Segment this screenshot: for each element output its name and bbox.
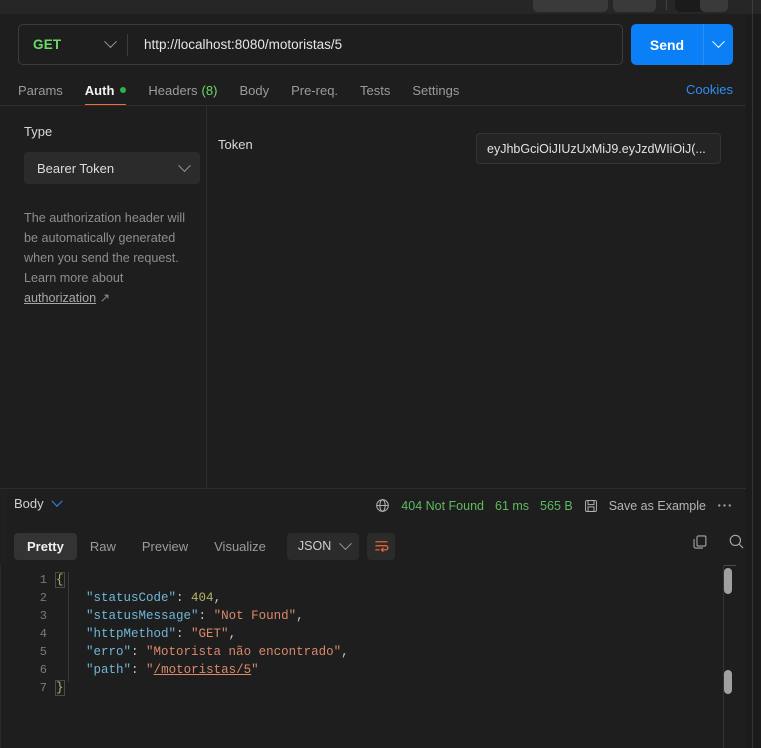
chevron-down-icon — [50, 495, 63, 507]
line-number: 5 — [39, 645, 47, 659]
request-tab-headers[interactable]: Headers (8) — [148, 77, 217, 103]
search-icon[interactable] — [728, 533, 745, 550]
url-row: GET http://localhost:8080/motoristas/5 S… — [18, 24, 733, 65]
request-tab-params[interactable]: Params — [18, 77, 63, 103]
response-body-select[interactable]: Body — [14, 495, 63, 511]
send-group: Send — [631, 24, 733, 65]
auth-active-dot — [120, 87, 127, 93]
response-format-select[interactable]: JSON — [286, 532, 360, 560]
code-line-content: "statusCode": 404, — [86, 591, 222, 605]
chevron-down-icon — [712, 35, 725, 49]
code-scroll-cap — [723, 565, 736, 566]
toolbar-pill-b[interactable] — [613, 0, 656, 12]
response-meta-group: 404 Not Found 61 ms 565 B Save as Exampl… — [375, 489, 732, 522]
auth-type-value: Bearer Token — [37, 160, 115, 176]
request-tab-label: Pre-req. — [291, 82, 339, 98]
auth-type-select[interactable]: Bearer Token — [24, 152, 200, 184]
external-link-icon: ↗ — [99, 291, 111, 305]
code-line-content: "statusMessage": "Not Found", — [86, 609, 304, 623]
code-scrollbar-thumb[interactable] — [724, 568, 732, 594]
code-line-content: "erro": "Motorista não encontrado", — [86, 645, 349, 659]
request-tab-label: Body — [239, 82, 270, 98]
request-tab-prereq[interactable]: Pre-req. — [291, 77, 338, 103]
auth-help-text: The authorization header will be automat… — [24, 208, 196, 308]
code-line: 6 "path": "/motoristas/5" — [0, 661, 746, 679]
right-panel-gap — [746, 14, 761, 748]
code-line: 4 "httpMethod": "GET", — [0, 625, 746, 643]
response-status: 404 Not Found — [401, 498, 484, 513]
auth-column-divider — [206, 106, 207, 488]
code-line: 1{ — [0, 571, 746, 589]
http-method-label: GET — [33, 37, 62, 52]
token-label: Token — [218, 137, 253, 152]
chevron-down-icon — [339, 536, 353, 550]
cookies-link[interactable]: Cookies — [686, 82, 733, 97]
response-status-bar: Body 404 Not Found 61 ms 565 B Save as E… — [0, 489, 746, 522]
response-tab-raw[interactable]: Raw — [77, 533, 129, 560]
request-tabs: Params Auth Headers (8) Body Pre-req. Tests Set… — [18, 76, 733, 106]
right-panel-divider — [752, 14, 753, 748]
line-number: 7 — [39, 681, 47, 695]
copy-icon[interactable] — [692, 534, 708, 550]
save-as-example-button[interactable]: Save as Example — [609, 499, 706, 513]
http-method-select[interactable]: GET — [19, 25, 127, 64]
url-box: GET http://localhost:8080/motoristas/5 — [18, 24, 623, 65]
code-line: 3 "statusMessage": "Not Found", — [0, 607, 746, 625]
wrap-lines-button[interactable] — [367, 532, 396, 560]
request-tab-label: Tests — [360, 82, 391, 98]
save-icon[interactable] — [584, 499, 598, 513]
response-tab-pretty[interactable]: Pretty — [14, 532, 77, 560]
chevron-down-icon — [178, 158, 191, 172]
response-view-tabs: Pretty Raw Preview Visualize JSON — [0, 527, 746, 565]
response-time: 61 ms — [495, 498, 530, 513]
request-tab-label: Params — [18, 82, 63, 98]
globe-icon[interactable] — [375, 498, 390, 513]
response-tab-preview[interactable]: Preview — [129, 533, 201, 560]
code-line: 7} — [0, 679, 746, 697]
line-number: 3 — [39, 609, 47, 623]
token-value: eyJhbGciOiJIUzUxMiJ9.eyJzdWIiOiJ(... — [487, 141, 706, 156]
send-options-button[interactable] — [703, 24, 733, 65]
code-line-content: "path": "/motoristas/5" — [86, 663, 259, 677]
request-tab-label: Settings — [412, 82, 460, 98]
response-tools — [692, 533, 745, 550]
code-line: 2 "statusCode": 404, — [0, 589, 746, 607]
indent-guide — [68, 572, 69, 682]
top-toolbar-strip — [0, 0, 761, 14]
line-number: 4 — [39, 627, 47, 641]
auth-type-panel: Type Bearer Token The authorization head… — [7, 106, 206, 488]
line-number: 2 — [39, 591, 47, 605]
code-scrollbar-marker[interactable] — [724, 670, 732, 694]
request-tab-settings[interactable]: Settings — [412, 77, 459, 103]
response-size: 565 B — [540, 498, 573, 513]
token-input[interactable]: eyJhbGciOiJIUzUxMiJ9.eyJzdWIiOiJ(... — [476, 133, 721, 164]
auth-help-sentence: The authorization header will be automat… — [24, 211, 186, 285]
response-body-code[interactable]: 1{2 "statusCode": 404, 3 "statusMessage":… — [0, 565, 746, 748]
headers-count: (8) — [201, 82, 218, 98]
request-tab-auth[interactable]: Auth — [84, 77, 127, 106]
code-line-content: "httpMethod": "GET", — [86, 627, 237, 641]
more-options-icon[interactable] — [717, 503, 732, 508]
code-line: 5 "erro": "Motorista não encontrado", — [0, 643, 746, 661]
send-button[interactable]: Send — [631, 24, 703, 65]
toolbar-pill-d[interactable] — [700, 0, 728, 12]
request-tab-tests[interactable]: Tests — [360, 77, 390, 103]
response-tab-visualize[interactable]: Visualize — [201, 533, 279, 560]
auth-type-label: Type — [24, 124, 53, 139]
toolbar-pill-a[interactable] — [533, 0, 608, 12]
authorization-link[interactable]: authorization — [24, 291, 96, 305]
top-right-divider — [752, 0, 753, 14]
request-tab-label: Auth — [84, 82, 115, 98]
response-body-label: Body — [14, 496, 44, 511]
code-line-content: } — [55, 680, 65, 696]
line-number: 1 — [39, 573, 47, 587]
line-number: 6 — [39, 663, 47, 677]
toolbar-divider — [666, 0, 667, 10]
request-tab-body[interactable]: Body — [239, 77, 269, 103]
code-line-content: { — [55, 572, 65, 588]
request-tab-label: Headers — [148, 82, 198, 98]
chevron-down-icon — [104, 35, 117, 49]
url-input[interactable]: http://localhost:8080/motoristas/5 — [128, 37, 622, 52]
response-format-label: JSON — [297, 539, 332, 553]
